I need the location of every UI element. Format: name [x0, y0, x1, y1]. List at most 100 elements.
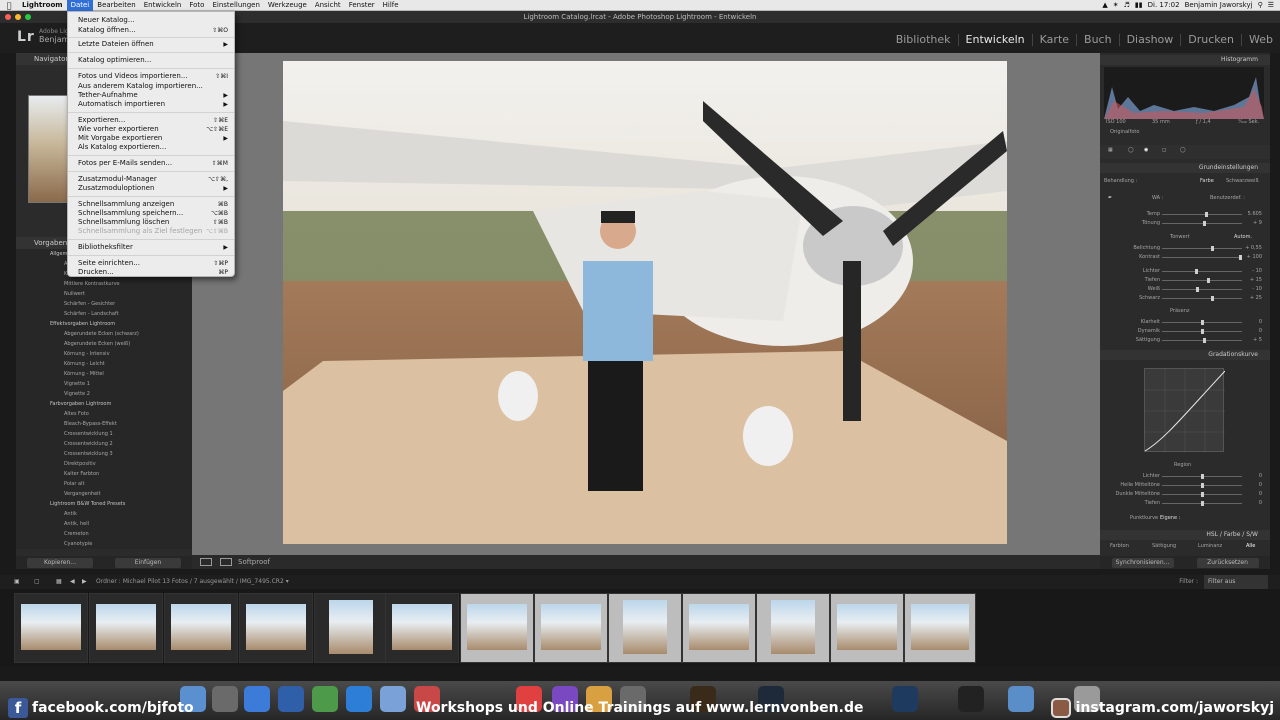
datei-menu-item[interactable]: Schnellsammlung speichern... ⌥⌘B [68, 209, 234, 218]
preset-item[interactable]: Cremeton [16, 529, 192, 539]
datei-menu-item[interactable]: Schnellsammlung löschen ⇧⌘B [68, 218, 234, 227]
view-mode-icon[interactable] [200, 558, 212, 566]
preset-item[interactable]: Schärfen - Gesichter [16, 299, 192, 309]
slider-value[interactable]: 0 [1259, 500, 1262, 506]
slider-handle[interactable] [1201, 501, 1204, 506]
preset-item[interactable]: Vergangenheit [16, 489, 192, 499]
slider-track[interactable] [1162, 289, 1242, 290]
menu-werkzeuge[interactable]: Werkzeuge [264, 0, 311, 11]
datei-menu-item[interactable]: Schnellsammlung anzeigen ⌘B [68, 200, 234, 209]
hsl-header[interactable]: HSL / Farbe / S/W [1100, 530, 1270, 540]
preset-item[interactable]: Crossentwicklung 1 [16, 429, 192, 439]
facebook-link[interactable]: f facebook.com/bjfoto [8, 698, 194, 718]
develop-slider[interactable]: Weiß - 10 [1100, 285, 1270, 294]
develop-slider[interactable]: Belichtung + 0,55 [1100, 244, 1270, 253]
slider-track[interactable] [1162, 298, 1242, 299]
search-icon[interactable]: ⚲ [1258, 0, 1263, 11]
wifi-icon[interactable]: ▲ [1102, 0, 1107, 11]
menu-ansicht[interactable]: Ansicht [311, 0, 345, 11]
filmstrip-thumb-selected[interactable] [682, 593, 756, 663]
preset-folder[interactable]: Effektvorgaben Lightroom [16, 319, 192, 329]
filmstrip-thumb[interactable] [14, 593, 88, 663]
before-after-icon[interactable] [220, 558, 232, 566]
preset-item[interactable]: Crossentwicklung 3 [16, 449, 192, 459]
preset-item[interactable]: Mittlere Kontrastkurve [16, 279, 192, 289]
develop-slider[interactable]: Lichter 0 [1100, 472, 1270, 481]
slider-track[interactable] [1162, 248, 1242, 249]
back-icon[interactable]: ◀ [70, 575, 75, 589]
filmstrip-source[interactable]: Ordner : Michael Pilot 13 Fotos / 7 ausg… [96, 575, 289, 589]
slider-value[interactable]: + 5 [1253, 337, 1262, 343]
preset-item[interactable]: Antik [16, 509, 192, 519]
slider-value[interactable]: + 15 [1250, 277, 1262, 283]
datei-menu-item[interactable]: Aus anderem Katalog importieren... [68, 82, 234, 91]
module-diashow[interactable]: Diashow [1118, 34, 1181, 46]
menu-einstellungen[interactable]: Einstellungen [208, 0, 263, 11]
slider-handle[interactable] [1210, 246, 1214, 251]
menu-entwickeln[interactable]: Entwickeln [140, 0, 186, 11]
volume-icon[interactable]: ♬ [1124, 0, 1130, 11]
menu-hilfe[interactable]: Hilfe [379, 0, 403, 11]
display-2-icon[interactable]: ▢ [34, 575, 40, 589]
slider-handle[interactable] [1202, 338, 1206, 343]
module-karte[interactable]: Karte [1031, 34, 1076, 46]
slider-handle[interactable] [1196, 287, 1200, 292]
preset-item[interactable]: Körnung - Leicht [16, 359, 192, 369]
preset-item[interactable]: Schärfen - Landschaft [16, 309, 192, 319]
module-bibliothek[interactable]: Bibliothek [889, 34, 958, 46]
preset-item[interactable]: Abgerundete Ecken (schwarz) [16, 329, 192, 339]
preset-item[interactable]: Vignette 2 [16, 389, 192, 399]
hsl-tab-saturation[interactable]: Sättigung [1152, 543, 1176, 549]
slider-value[interactable]: + 100 [1247, 254, 1262, 260]
sync-button[interactable]: Synchronisieren... [1111, 557, 1174, 568]
slider-handle[interactable] [1239, 255, 1243, 260]
preset-folder[interactable]: Lightroom B&W Toned Presets [16, 499, 192, 509]
datei-menu-item[interactable]: Automatisch importieren ▶ [68, 100, 234, 109]
slider-handle[interactable] [1202, 221, 1206, 226]
preset-item[interactable]: Polar alt [16, 479, 192, 489]
preset-item[interactable]: Körnung - Intensiv [16, 349, 192, 359]
slider-value[interactable]: 0 [1259, 328, 1262, 334]
list-icon[interactable]: ☰ [1268, 0, 1274, 11]
zoom-window-button[interactable] [25, 14, 31, 20]
filmstrip-thumb[interactable] [314, 593, 388, 663]
datei-menu-item[interactable]: Fotos und Videos importieren... ⇧⌘I [68, 72, 234, 81]
filmstrip-thumb[interactable] [89, 593, 163, 663]
filmstrip-thumb-selected[interactable] [534, 593, 608, 663]
preset-item[interactable]: Körnung - Mittel [16, 369, 192, 379]
develop-slider[interactable]: Kontrast + 100 [1100, 253, 1270, 262]
datei-menu-item[interactable]: Zusatzmodul-Manager ⌥⇧⌘, [68, 175, 234, 184]
develop-slider[interactable]: Temp 5.605 [1100, 210, 1270, 219]
forward-icon[interactable]: ▶ [82, 575, 87, 589]
menu-foto[interactable]: Foto [185, 0, 208, 11]
preset-item[interactable]: Antik, hell [16, 519, 192, 529]
develop-slider[interactable]: Helle Mitteltöne 0 [1100, 481, 1270, 490]
slider-handle[interactable] [1201, 329, 1204, 334]
menu-datei[interactable]: Datei [66, 0, 94, 11]
slider-value[interactable]: 0 [1259, 482, 1262, 488]
slider-track[interactable] [1162, 257, 1242, 258]
slider-value[interactable]: - 10 [1252, 268, 1262, 274]
menu-bearbeiten[interactable]: Bearbeiten [93, 0, 139, 11]
module-buch[interactable]: Buch [1076, 34, 1119, 46]
bluetooth-icon[interactable]: ✶ [1113, 0, 1119, 11]
navigator-preview[interactable] [28, 95, 70, 203]
slider-track[interactable] [1162, 280, 1242, 281]
preset-item[interactable]: Altes Foto [16, 409, 192, 419]
develop-slider[interactable]: Sättigung + 5 [1100, 336, 1270, 345]
grid-icon[interactable]: ▦ [1108, 147, 1113, 153]
slider-handle[interactable] [1205, 212, 1208, 217]
module-web[interactable]: Web [1241, 34, 1280, 46]
apple-icon[interactable]:  [0, 1, 18, 10]
wb-eyedropper-icon[interactable]: ✒ [1108, 195, 1112, 201]
datei-menu-item[interactable]: Tether-Aufnahme ▶ [68, 91, 234, 100]
paste-settings-button[interactable]: Einfügen [115, 557, 181, 568]
curve-header[interactable]: Gradationskurve [1100, 350, 1270, 360]
datei-menu-item[interactable]: Fotos per E-Mails senden... ⇧⌘M [68, 159, 234, 168]
spot-removal-icon[interactable]: ◉ [1144, 147, 1148, 153]
datei-menu-item[interactable]: Mit Vorgabe exportieren ▶ [68, 134, 234, 143]
develop-slider[interactable]: Tiefen 0 [1100, 499, 1270, 508]
datei-menu-item[interactable]: Letzte Dateien öffnen ▶ [68, 40, 234, 49]
preset-item[interactable]: Abgerundete Ecken (weiß) [16, 339, 192, 349]
preset-item[interactable]: Bleach-Bypass-Effekt [16, 419, 192, 429]
